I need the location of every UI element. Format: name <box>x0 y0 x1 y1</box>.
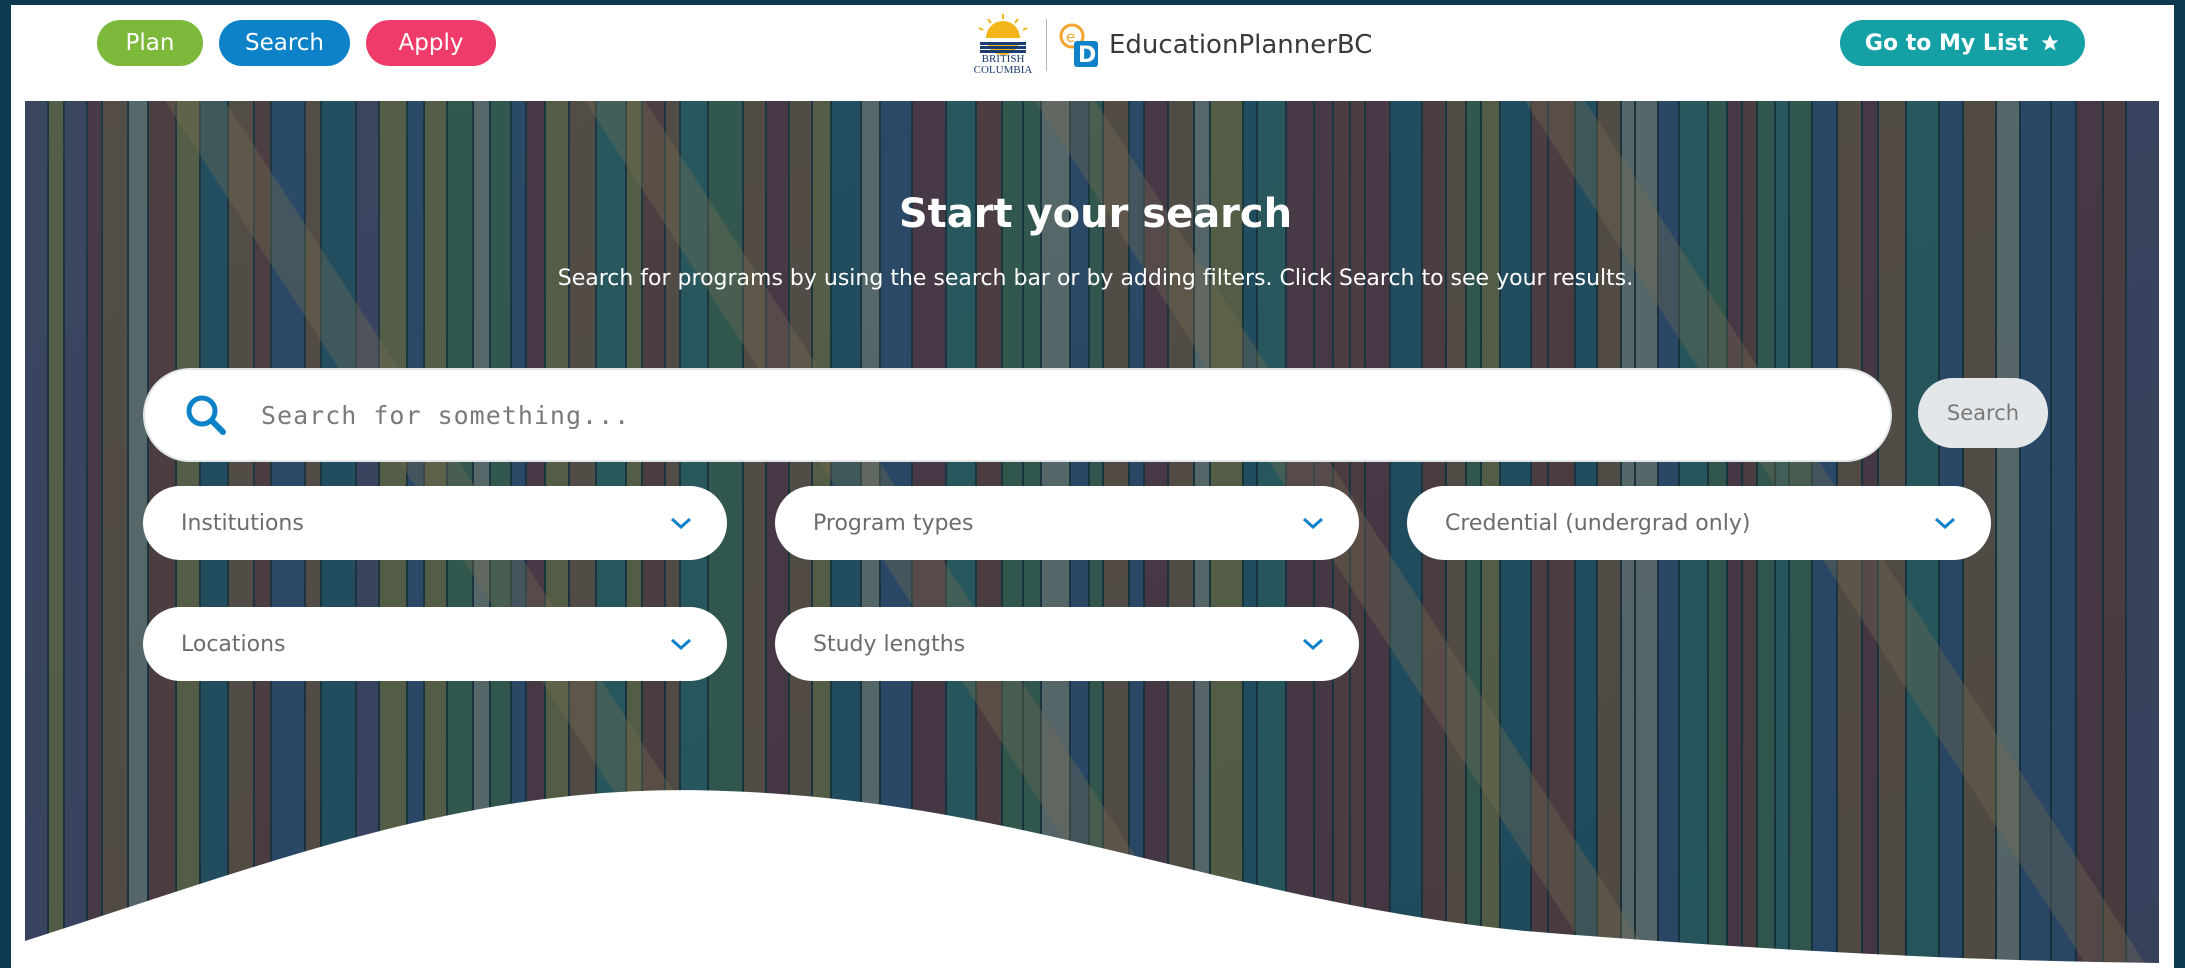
dropdown-label: Study lengths <box>813 631 966 657</box>
chevron-down-icon <box>1303 517 1323 530</box>
svg-text:D: D <box>1078 43 1096 68</box>
chevron-down-icon <box>1935 517 1955 530</box>
search-input[interactable] <box>259 399 1763 431</box>
chevron-down-icon <box>671 517 691 530</box>
dropdown-label: Institutions <box>181 510 304 536</box>
dropdown-label: Credential (undergrad only) <box>1445 510 1751 536</box>
institutions-dropdown[interactable]: Institutions <box>143 486 727 560</box>
locations-dropdown[interactable]: Locations <box>143 607 727 681</box>
nav-apply-button[interactable]: Apply <box>366 20 496 66</box>
study-lengths-dropdown[interactable]: Study lengths <box>775 607 1359 681</box>
star-icon <box>2041 34 2059 51</box>
hero-banner: Start your search Search for programs by… <box>25 101 2159 963</box>
svg-text:e: e <box>1066 28 1075 46</box>
logo-divider <box>1046 19 1047 71</box>
nav-plan-button[interactable]: Plan <box>97 20 203 66</box>
program-types-dropdown[interactable]: Program types <box>775 486 1359 560</box>
search-icon <box>186 395 226 435</box>
dropdown-label: Locations <box>181 631 286 657</box>
bc-logo-text: BRITISH COLUMBIA <box>973 53 1033 76</box>
education-planner-icon: e D <box>1059 23 1098 68</box>
chevron-down-icon <box>1303 638 1323 651</box>
hero-title: Start your search <box>898 191 1293 237</box>
search-bar[interactable] <box>143 368 1892 462</box>
education-planner-wordmark: EducationPlannerBC <box>1109 30 1373 60</box>
hero-subtitle: Search for programs by using the search … <box>557 266 1634 291</box>
search-submit-button[interactable]: Search <box>1918 378 2048 448</box>
dropdown-label: Program types <box>813 510 974 536</box>
bc-government-logo: BRITISH COLUMBIA <box>970 12 1036 78</box>
my-list-label: Go to My List <box>1864 30 2029 56</box>
nav-search-button[interactable]: Search <box>219 20 350 66</box>
chevron-down-icon <box>671 638 691 651</box>
site-logo[interactable]: BRITISH COLUMBIA e D EducationPlannerBC <box>970 12 1372 78</box>
go-to-my-list-button[interactable]: Go to My List <box>1840 20 2085 66</box>
credential-dropdown[interactable]: Credential (undergrad only) <box>1407 486 1991 560</box>
